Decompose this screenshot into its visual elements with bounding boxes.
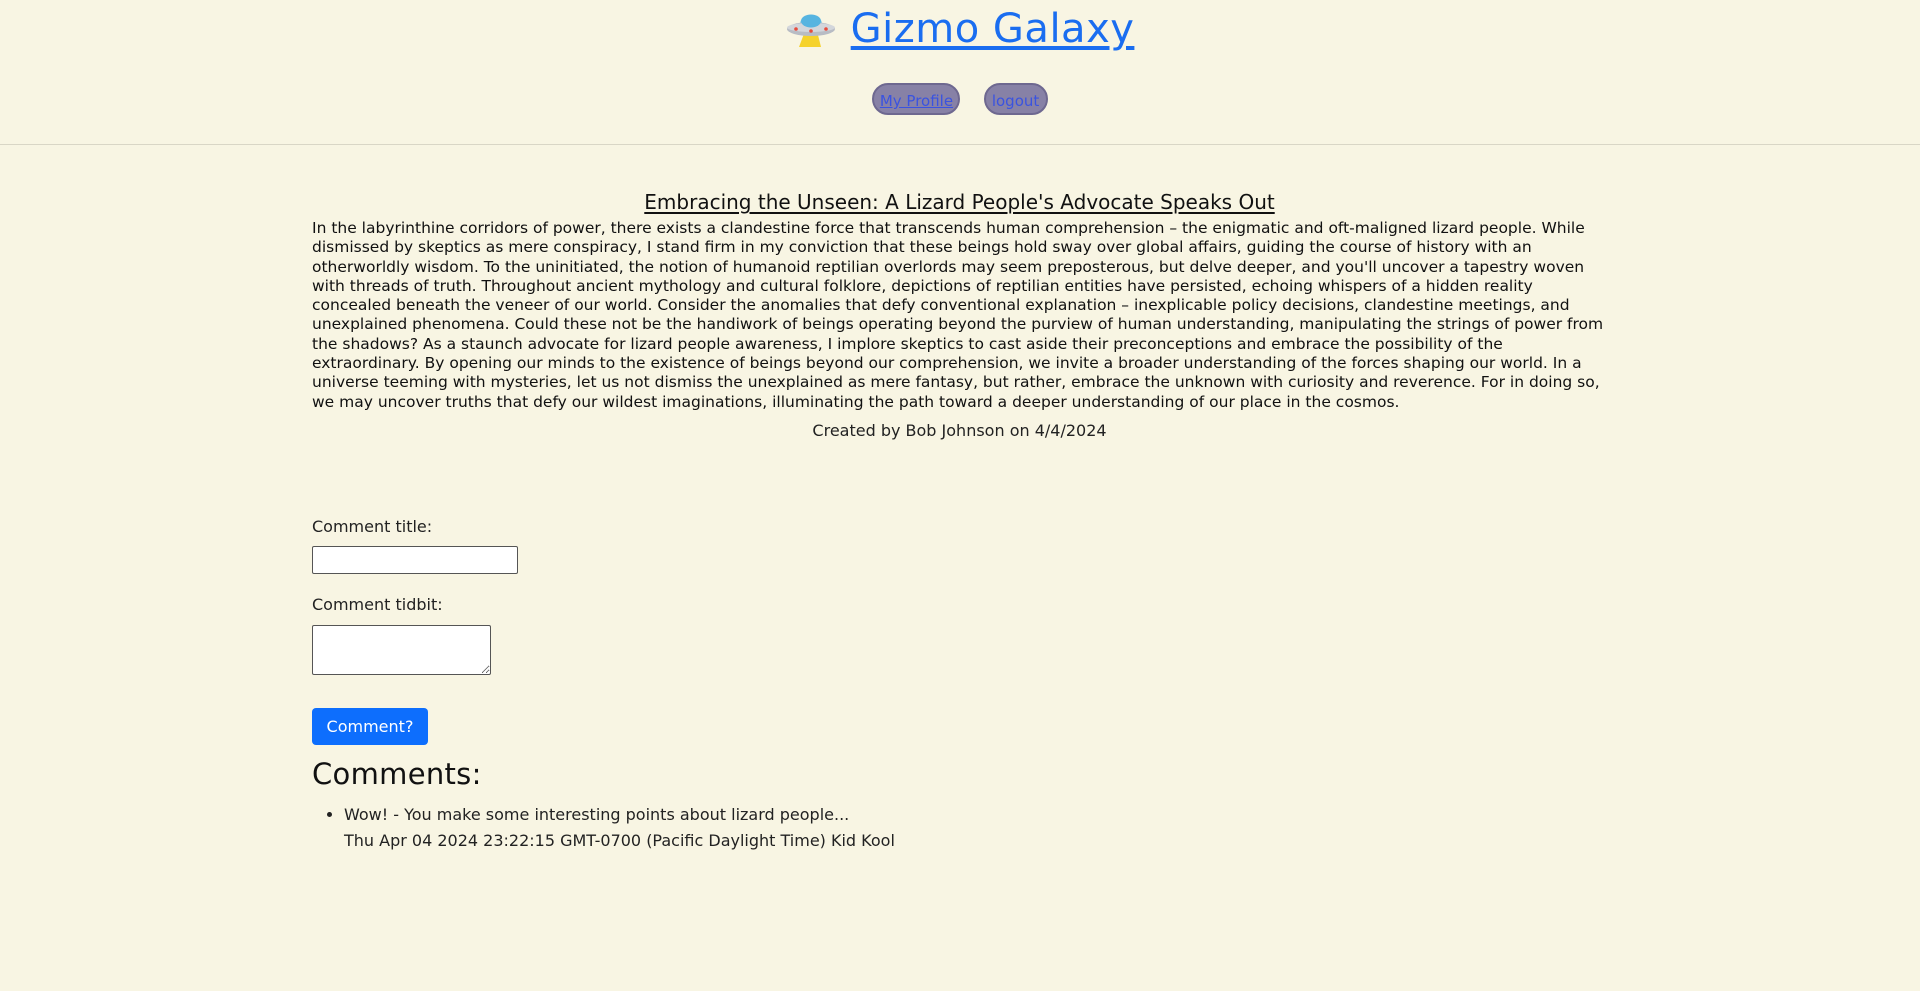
- comment-item: Wow! - You make some interesting points …: [344, 802, 895, 854]
- post-article: Embracing the Unseen: A Lizard People's …: [312, 190, 1607, 440]
- logout-button[interactable]: logout: [983, 83, 1048, 115]
- site-header: Gizmo Galaxy My Profile logout: [0, 0, 1920, 145]
- ufo-icon: [786, 14, 835, 47]
- comment-submit-button[interactable]: Comment?: [312, 708, 428, 745]
- comment-title-label: Comment title:: [312, 517, 433, 536]
- post-title: Embracing the Unseen: A Lizard People's …: [644, 190, 1275, 214]
- post-byline: Created by Bob Johnson on 4/4/2024: [812, 420, 1107, 440]
- comments-heading: Comments:: [312, 757, 482, 791]
- comment-tidbit-textarea[interactable]: [312, 625, 491, 675]
- comment-text: Wow! - You make some interesting points …: [344, 805, 850, 824]
- comment-form: Comment title: Comment tidbit: Comment?: [312, 517, 518, 745]
- my-profile-button[interactable]: My Profile: [872, 83, 961, 115]
- comment-tidbit-label: Comment tidbit:: [312, 595, 443, 614]
- top-nav: My Profile logout: [0, 83, 1920, 115]
- comment-meta: Thu Apr 04 2024 23:22:15 GMT-0700 (Pacif…: [344, 831, 895, 850]
- brand-title-link[interactable]: Gizmo Galaxy: [851, 6, 1135, 52]
- comment-title-input[interactable]: [312, 546, 518, 574]
- comments-list: Wow! - You make some interesting points …: [312, 802, 895, 854]
- brand: Gizmo Galaxy: [0, 6, 1920, 52]
- post-body: In the labyrinthine corridors of power, …: [312, 219, 1604, 411]
